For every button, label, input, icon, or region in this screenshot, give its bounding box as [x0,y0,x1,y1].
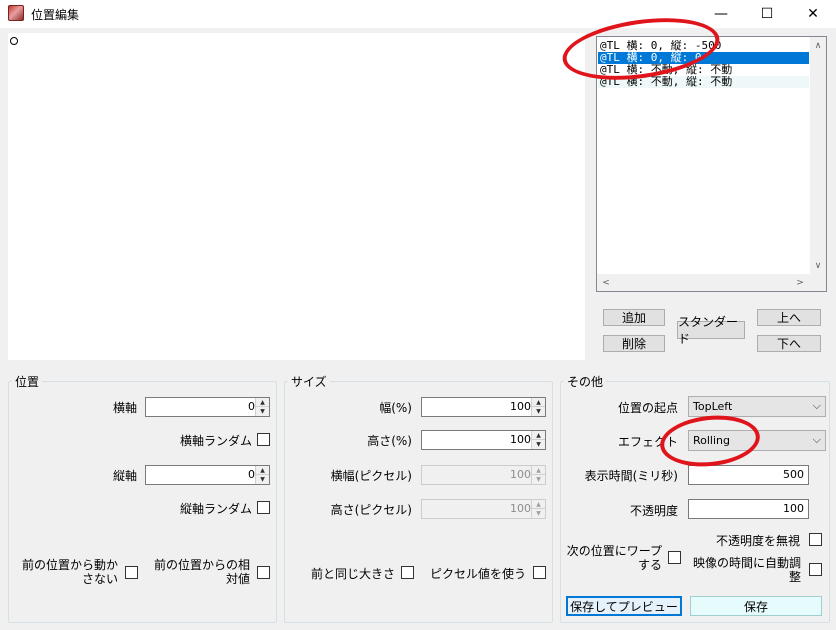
horizontal-value: 0 [248,400,255,413]
save-and-preview-button[interactable]: 保存してプレビュー [566,596,682,616]
ignore-opacity-label: 不透明度を無視 [715,534,800,548]
spin-up-icon[interactable]: ▲ [532,398,545,407]
chevron-down-icon: ⌵ [812,433,821,446]
height-px-value: 100 [510,502,531,515]
spin-buttons[interactable]: ▲ ▼ [255,398,269,416]
opacity-value: 100 [783,502,804,515]
ignore-opacity-checkbox[interactable] [809,533,822,546]
scroll-up-icon[interactable]: ∧ [810,38,826,54]
relative-checkbox[interactable] [257,566,270,579]
height-px-label: 高さ(ピクセル) [330,503,412,517]
horizontal-label: 横軸 [112,401,137,415]
spin-down-icon[interactable]: ▼ [532,407,545,416]
duration-input[interactable]: 500 [688,465,809,485]
relative-label: 前の位置からの相対値 [153,558,250,586]
spin-down-icon: ▼ [536,476,541,483]
vertical-spinbox[interactable]: 0 ▲ ▼ [145,465,270,485]
width-pct-spinbox[interactable]: 100 ▲ ▼ [421,397,546,417]
horizontal-spinbox[interactable]: 0 ▲ ▼ [145,397,270,417]
origin-label: 位置の起点 [617,401,678,415]
add-button[interactable]: 追加 [603,309,665,326]
duration-label: 表示時間(ミリ秒) [584,469,678,483]
origin-dropdown[interactable]: TopLeft ⌵ [688,396,826,417]
use-pixel-label: ピクセル値を使う [430,567,527,581]
horizontal-random-checkbox[interactable] [257,433,270,446]
scroll-corner [810,274,826,291]
delete-button[interactable]: 削除 [603,335,665,352]
vertical-label: 縦軸 [112,469,137,483]
horizontal-scrollbar[interactable] [597,274,810,291]
height-px-spinbox: 100 ▲ ▼ [421,499,546,519]
preview-canvas[interactable] [8,33,585,360]
spin-buttons: ▲ ▼ [531,500,545,518]
origin-value: TopLeft [693,400,733,413]
position-group-title: 位置 [12,373,43,390]
window-title: 位置編集 [31,8,80,22]
spin-down-icon[interactable]: ▼ [532,440,545,449]
height-pct-label: 高さ(%) [367,434,412,448]
same-size-label: 前と同じ大きさ [310,567,395,581]
origin-marker-icon [10,37,18,45]
spin-down-icon: ▼ [536,510,541,517]
spin-up-icon[interactable]: ▲ [256,398,269,407]
spin-buttons[interactable]: ▲ ▼ [255,466,269,484]
spin-up-icon[interactable]: ▲ [532,431,545,440]
spin-down-icon[interactable]: ▼ [256,475,269,484]
not-move-label: 前の位置から動かさない [21,558,118,586]
warp-checkbox[interactable] [668,551,681,564]
width-px-value: 100 [510,468,531,481]
opacity-input[interactable]: 100 [688,499,809,519]
height-pct-spinbox[interactable]: 100 ▲ ▼ [421,430,546,450]
vertical-random-label: 縦軸ランダム [179,502,252,516]
width-px-spinbox: 100 ▲ ▼ [421,465,546,485]
standard-button[interactable]: スタンダード [677,315,745,346]
opacity-label: 不透明度 [629,504,678,518]
maximize-icon[interactable]: ☐ [744,0,790,28]
use-pixel-checkbox[interactable] [533,566,546,579]
vertical-value: 0 [248,468,255,481]
move-up-button[interactable]: 上へ [757,309,821,326]
spin-buttons[interactable]: ▲ ▼ [531,398,545,416]
height-pct-value: 100 [510,433,531,446]
spin-up-icon: ▲ [532,466,545,475]
not-move-checkbox[interactable] [125,566,138,579]
scroll-down-icon[interactable]: ∨ [810,258,826,274]
close-icon[interactable]: ✕ [790,0,836,28]
width-px-label: 横幅(ピクセル) [330,469,412,483]
save-button[interactable]: 保存 [690,596,822,616]
other-group-title: その他 [564,373,607,390]
warp-label: 次の位置にワープする [566,544,662,572]
spin-up-icon[interactable]: ▲ [256,466,269,475]
same-size-checkbox[interactable] [401,566,414,579]
move-down-button[interactable]: 下へ [757,335,821,352]
vertical-scrollbar[interactable] [810,37,826,274]
chevron-down-icon: ⌵ [812,399,821,412]
duration-value: 500 [783,468,804,481]
spin-buttons[interactable]: ▲ ▼ [531,431,545,449]
width-pct-value: 100 [510,400,531,413]
scroll-left-icon[interactable]: < [598,275,614,291]
size-group-title: サイズ [288,373,330,390]
horizontal-random-label: 横軸ランダム [179,434,252,448]
vertical-random-checkbox[interactable] [257,501,270,514]
auto-adjust-label: 映像の時間に自動調整 [693,556,802,584]
app-icon [8,5,24,21]
spin-up-icon: ▲ [532,500,545,509]
spin-down-icon[interactable]: ▼ [256,407,269,416]
width-pct-label: 幅(%) [379,401,412,415]
scroll-right-icon[interactable]: > [792,275,808,291]
spin-buttons: ▲ ▼ [531,466,545,484]
auto-adjust-checkbox[interactable] [809,563,822,576]
